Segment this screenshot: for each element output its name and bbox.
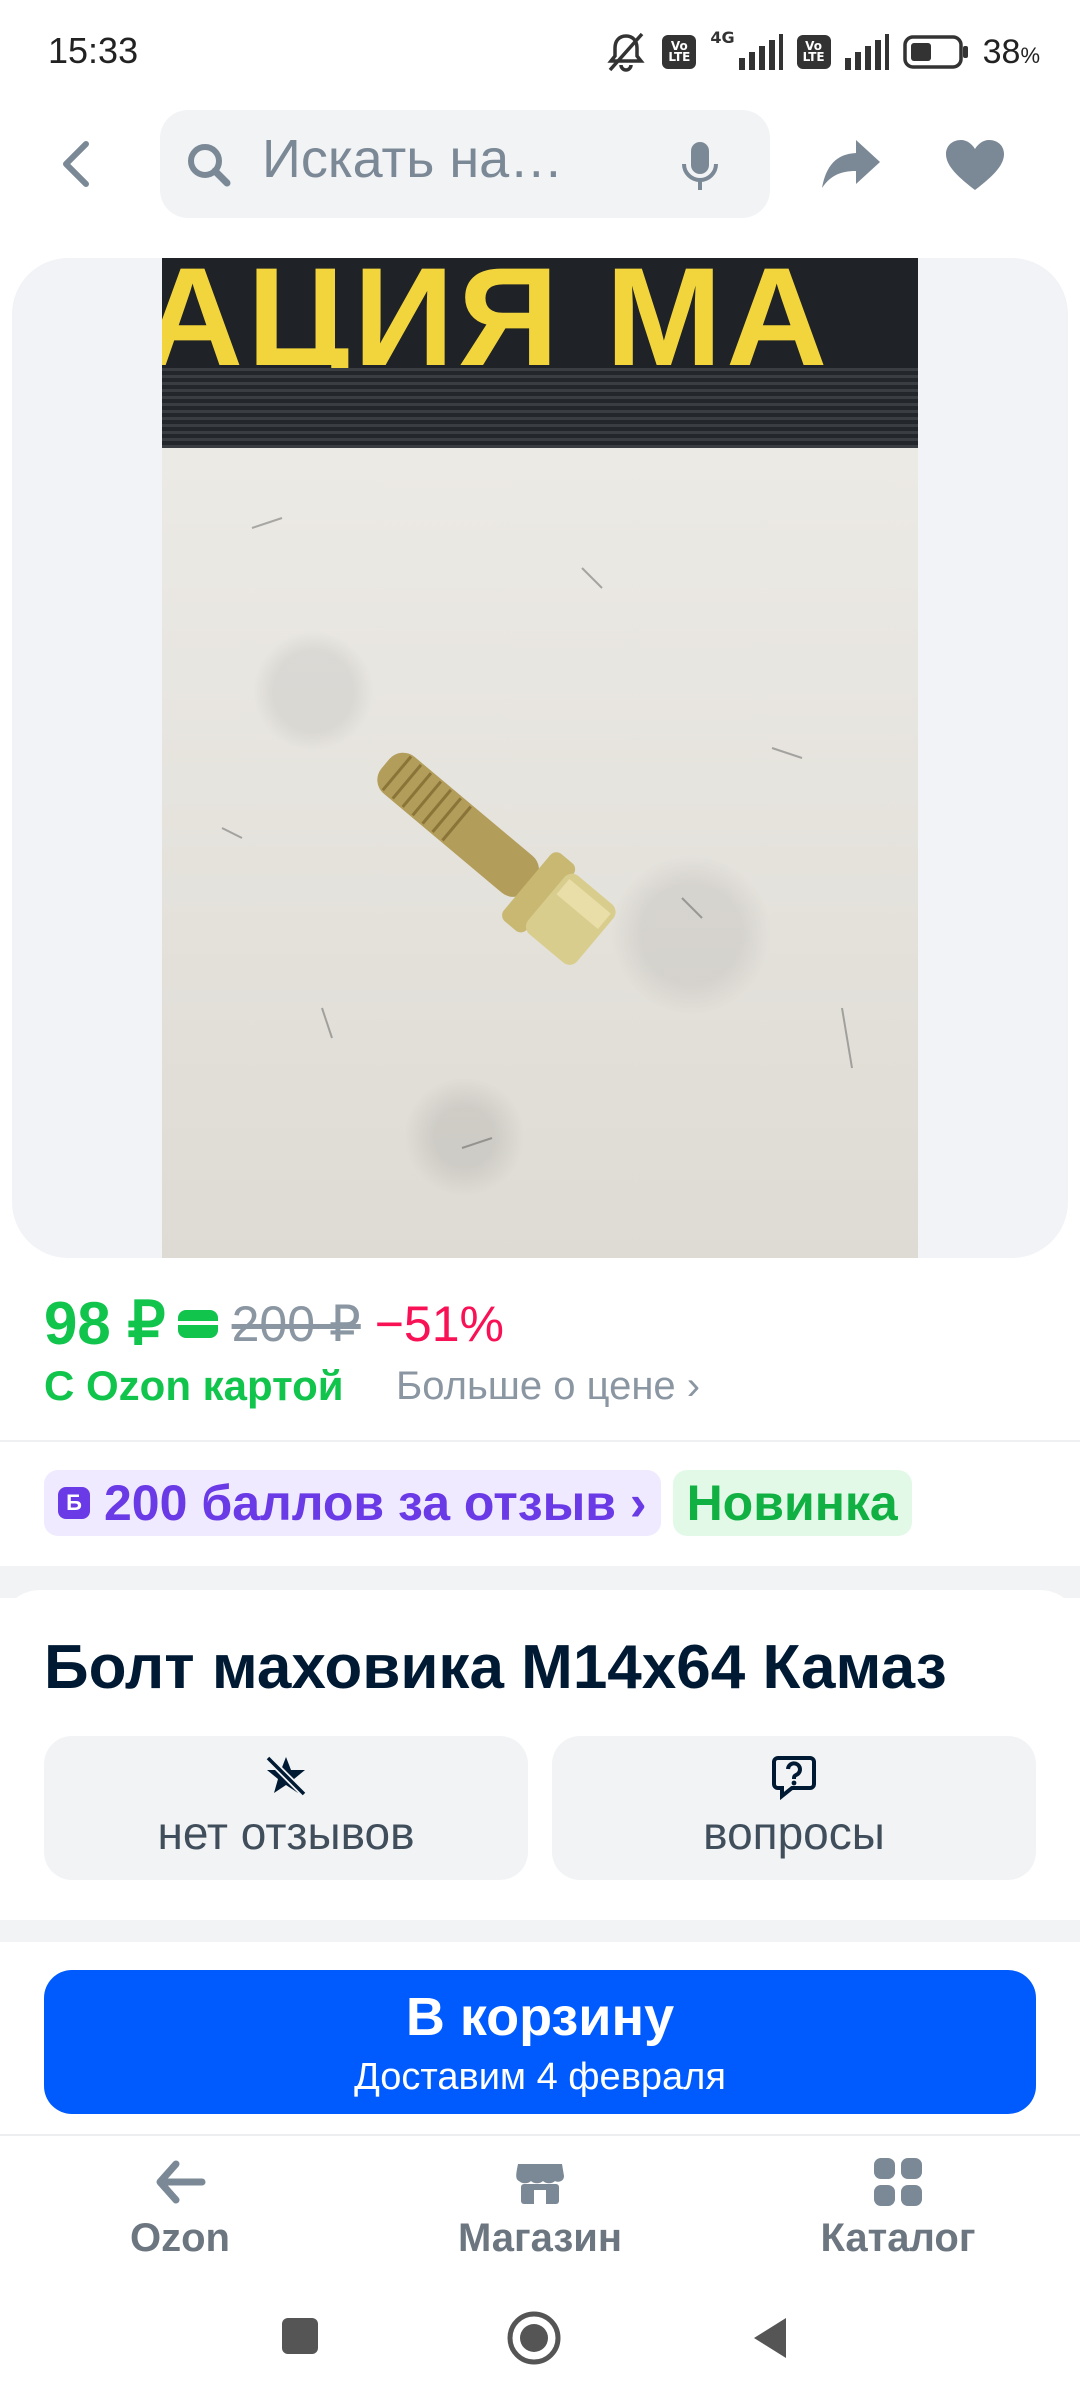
price-row[interactable]: 98 ₽ 200 ₽ −51% <box>44 1288 504 1360</box>
favorite-heart-icon[interactable] <box>944 138 1006 192</box>
badges-row: Б 200 баллов за отзыв › Новинка <box>44 1470 912 1536</box>
nav-item-ozon[interactable]: Ozon <box>30 2150 330 2270</box>
signal-icon-2 <box>844 34 889 70</box>
volte-badge-2: Vo LTE <box>796 35 831 69</box>
photo-banner-stripes <box>162 368 918 448</box>
share-icon[interactable] <box>820 136 884 192</box>
recent-apps-icon[interactable] <box>280 2316 320 2356</box>
divider <box>0 2134 1080 2136</box>
reviews-points-label: 200 баллов за отзыв › <box>104 1475 647 1531</box>
add-to-cart-label: В корзину <box>405 1987 675 2047</box>
nav-label-catalog: Каталог <box>820 2216 976 2260</box>
questions-chip[interactable]: вопросы <box>552 1736 1036 1880</box>
question-bubble-icon <box>772 1756 816 1800</box>
new-badge: Новинка <box>672 1470 912 1536</box>
nav-item-catalog[interactable]: Каталог <box>748 2150 1048 2270</box>
reviews-chip-label: нет отзывов <box>157 1807 415 1859</box>
bolt-image <box>221 517 853 1149</box>
volte-badge-1: Vo LTE <box>662 35 697 69</box>
system-back-icon[interactable] <box>750 2314 790 2362</box>
product-gallery[interactable]: АЦИЯ МА <box>12 258 1068 1258</box>
delivery-date-label: Доставим 4 февраля <box>354 2056 726 2098</box>
questions-chip-label: вопросы <box>703 1807 885 1859</box>
price-current: 98 ₽ <box>44 1290 166 1357</box>
divider <box>0 1440 1080 1442</box>
system-navigation-bar <box>0 2290 1080 2400</box>
no-reviews-star-icon <box>265 1755 307 1797</box>
grid-icon <box>874 2158 922 2206</box>
signal-icon-1 <box>738 34 783 70</box>
network-type-label: 4G <box>710 28 735 47</box>
reviews-points-badge[interactable]: Б 200 баллов за отзыв › <box>44 1470 661 1536</box>
microphone-icon[interactable] <box>680 140 720 192</box>
add-to-cart-button[interactable]: В корзину Доставим 4 февраля <box>44 1970 1036 2114</box>
back-arrow-icon[interactable] <box>52 136 104 192</box>
product-photo[interactable]: АЦИЯ МА <box>162 258 918 1258</box>
status-time: 15:33 <box>48 30 139 71</box>
price-more-link[interactable]: Больше о цене › <box>396 1364 700 1409</box>
photo-surface <box>162 448 918 1258</box>
points-icon: Б <box>58 1487 90 1519</box>
nav-label-ozon: Ozon <box>130 2216 230 2260</box>
photo-background-banner: АЦИЯ МА <box>162 258 918 448</box>
section-separator <box>0 1920 1080 1942</box>
price-discount: −51% <box>374 1296 505 1352</box>
search-input[interactable]: Искать на… <box>262 128 563 190</box>
product-title: Болт маховика M14x64 Камаз <box>44 1633 947 1702</box>
battery-percent: 38% <box>982 32 1040 71</box>
price-old: 200 ₽ <box>231 1296 361 1352</box>
reviews-chip[interactable]: нет отзывов <box>44 1736 528 1880</box>
battery-icon <box>902 35 968 69</box>
mute-notifications-icon <box>607 32 645 72</box>
nav-label-store: Магазин <box>457 2216 623 2260</box>
search-icon <box>188 144 231 187</box>
ozon-card-icon <box>177 1310 218 1338</box>
status-bar: 15:33 Vo LTE 4G Vo LTE 38% <box>0 0 1080 100</box>
store-icon <box>516 2164 564 2204</box>
ozon-card-label: С Ozon картой <box>44 1362 344 1409</box>
nav-item-store[interactable]: Магазин <box>390 2150 690 2270</box>
back-arrow-icon <box>156 2160 206 2204</box>
status-icons: Vo LTE 4G Vo LTE 38% <box>604 28 1040 76</box>
home-icon[interactable] <box>506 2310 562 2366</box>
